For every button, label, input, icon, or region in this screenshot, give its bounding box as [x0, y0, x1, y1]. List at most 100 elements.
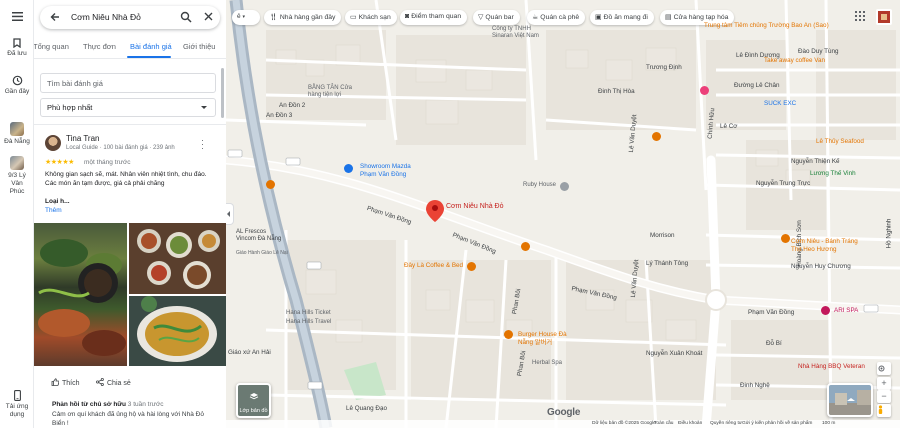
review-photo[interactable] — [129, 296, 226, 366]
poi-label[interactable]: Ruby House — [523, 182, 556, 188]
review-more-link[interactable]: Thêm — [45, 207, 62, 214]
review-photo[interactable] — [34, 223, 127, 366]
takeout-icon: ▣ — [595, 14, 602, 21]
my-location-icon — [878, 365, 885, 372]
footer-terms[interactable]: Điều khoản — [678, 421, 702, 426]
pegman-button[interactable] — [877, 404, 891, 417]
poi-label[interactable]: SUCK EXC — [764, 100, 796, 107]
review-text: Không gian sạch sẽ, mát. Nhân viên nhiệt… — [45, 171, 207, 187]
rail-item-recent[interactable]: Gần đây — [0, 75, 34, 96]
poi-label-text: Showroom Mazda Phạm Văn Đồng — [360, 163, 411, 178]
chip-takeout[interactable]: ▣ Đồ ăn mang đi — [590, 10, 654, 25]
panel-scrollbar[interactable] — [221, 68, 224, 118]
hamburger-icon — [11, 12, 23, 21]
tab-overview[interactable]: Tổng quan — [34, 42, 69, 51]
poi-label[interactable]: Hana Hills Travel — [286, 319, 331, 325]
poi-label[interactable]: BẰNG TÂN Cửa hàng tiện lợi — [308, 85, 363, 99]
rail-item-da-nang[interactable]: Đà Nẵng — [0, 122, 34, 146]
street-label: An Đồn 2 — [279, 102, 306, 109]
food-photo-graphic — [137, 229, 220, 289]
restaurant-icon — [266, 180, 275, 189]
car-dealer-icon[interactable] — [344, 164, 353, 173]
chip-hotels[interactable]: ▭ Khách sạn — [345, 10, 397, 25]
poi-label-text: Burger House Đà Nẵng 알버거 — [518, 331, 567, 346]
search-icon[interactable] — [180, 11, 192, 23]
footer-feedback[interactable]: Gửi ý kiến phản hồi về sản phẩm — [742, 421, 812, 426]
selected-place-label[interactable]: Cơm Niêu Nhà Đỏ — [446, 203, 504, 210]
layers-button[interactable]: Lớp bản đồ — [236, 383, 271, 418]
poi-label[interactable]: Hana Hills Ticket — [286, 310, 331, 316]
chip-restaurants[interactable]: 🍴︎ Nhà hàng gần đây — [264, 10, 342, 25]
street-label: Lê Quang Đạo — [346, 405, 387, 412]
share-label: Chia sẻ — [107, 380, 131, 387]
left-rail: Đã lưu Gần đây Đà Nẵng 9/3 Lý Vân Phúc T… — [0, 0, 34, 428]
google-maps-window: Đã lưu Gần đây Đà Nẵng 9/3 Lý Vân Phúc T… — [0, 0, 900, 428]
footer-scale[interactable]: 100 m — [822, 421, 835, 426]
review-author[interactable]: Tina Tran — [66, 134, 100, 143]
tab-reviews[interactable]: Bài đánh giá — [130, 42, 172, 51]
rail-item-saved[interactable]: Đã lưu — [0, 38, 34, 58]
chip-label: Khách sạn — [358, 14, 391, 21]
chip-bars[interactable]: ▽ Quán bar — [473, 10, 520, 25]
street-label: Nguyễn Thiện Kế — [791, 158, 840, 165]
review-photo[interactable] — [129, 223, 226, 294]
rail-item-get-app[interactable]: Tải ứng dụng — [0, 390, 34, 419]
review-actions: Thích Chia sẻ — [34, 376, 226, 390]
review-search-input[interactable]: Tìm bài đánh giá — [40, 73, 216, 93]
rail-item-ly-van-phuc[interactable]: 9/3 Lý Vân Phúc — [0, 156, 34, 196]
street-label: Đào Duy Tùng — [798, 48, 839, 55]
review-time: một tháng trước — [84, 159, 131, 166]
account-avatar[interactable] — [876, 9, 892, 25]
street-label: Hồ Nghinh — [885, 218, 893, 249]
pegman-icon — [878, 405, 883, 414]
poi-label[interactable]: Cơm Niêu - Bánh Tráng Thịt Heo Hương — [791, 238, 863, 254]
chip-first-label: ê — [237, 13, 241, 20]
more-options-icon[interactable]: · · · — [201, 136, 204, 153]
street-label: Nguyễn Xuân Khoát — [646, 350, 703, 357]
menu-button[interactable] — [0, 12, 34, 23]
review-stars: ★★★★★ — [45, 159, 74, 166]
zoom-in-button[interactable]: + — [877, 377, 891, 390]
avatar[interactable] — [45, 135, 61, 151]
share-button[interactable]: Chia sẻ — [96, 377, 131, 387]
poi-label[interactable]: Burger House Đà Nẵng 알버거 — [518, 331, 572, 347]
like-button[interactable]: Thích — [51, 378, 80, 387]
chip-attractions[interactable]: ◙ Điểm tham quan — [400, 10, 468, 25]
poi-label[interactable]: Trung tâm Tiêm chủng Trường Bao An (Sao) — [704, 22, 829, 29]
poi-label[interactable]: Showroom Mazda Phạm Văn Đồng — [360, 163, 422, 179]
street-label: Đường Lê Chân — [734, 82, 780, 89]
poi-label[interactable]: Công ty TNHH Sinaran Việt Nam — [492, 26, 552, 40]
poi-label[interactable]: Nhà Hàng BBQ Veteran — [798, 363, 865, 370]
bookmark-icon — [13, 38, 21, 48]
footer-privacy[interactable]: Quyền riêng tư — [710, 421, 742, 426]
owner-reply-header: Phản hồi từ chủ sở hữu 3 tuần trước — [52, 401, 164, 408]
collapse-panel-button[interactable] — [226, 203, 234, 225]
owner-reply-text: Cảm ơn quí khách đã ủng hộ và hài lòng v… — [52, 411, 204, 427]
minus-icon: − — [881, 391, 887, 401]
poi-label[interactable]: Take away coffee Van — [764, 57, 825, 64]
poi-label[interactable]: Lương Thế Vinh — [810, 170, 856, 177]
tab-about[interactable]: Giới thiệu — [183, 42, 215, 51]
category-chip[interactable]: ê ▾ — [232, 10, 260, 25]
poi-label[interactable]: Herbal Spa — [532, 360, 562, 366]
zoom-out-button[interactable]: − — [877, 390, 891, 403]
footer-map-data[interactable]: Dữ liệu bản đồ ©2025 Google — [592, 421, 656, 426]
chip-cafes[interactable]: ☕︎ Quán cà phê — [527, 10, 586, 25]
poi-label[interactable]: Lê Thủy Seafood — [816, 138, 864, 145]
close-icon[interactable] — [203, 11, 214, 22]
poi-label[interactable]: Giáo Hành Giáo Lê Nại — [236, 250, 288, 256]
back-arrow-icon[interactable] — [49, 11, 61, 23]
sort-select[interactable]: Phù hợp nhất — [40, 98, 216, 117]
poi-label[interactable]: AL Frescos Vincom Đà Nẵng — [236, 229, 286, 243]
map-canvas[interactable]: ê ▾ 🍴︎ Nhà hàng gần đây ▭ Khách sạn ◙ Điểm … — [226, 0, 900, 428]
tab-menu[interactable]: Thực đơn — [83, 42, 116, 51]
poi-label[interactable]: Đây Là Coffee & Bed — [404, 262, 463, 269]
my-location-button[interactable] — [877, 362, 891, 375]
footer-global[interactable]: Toàn cầu — [654, 421, 673, 426]
search-input[interactable]: Cơm Niêu Nhà Đỏ — [71, 12, 141, 22]
poi-label[interactable]: ARI SPA — [834, 307, 858, 314]
street-label: Đinh Nghệ — [740, 382, 770, 389]
bar-icon: ▽ — [478, 14, 484, 21]
street-view-preview[interactable] — [827, 383, 873, 417]
search-box[interactable]: Cơm Niêu Nhà Đỏ — [40, 6, 220, 29]
